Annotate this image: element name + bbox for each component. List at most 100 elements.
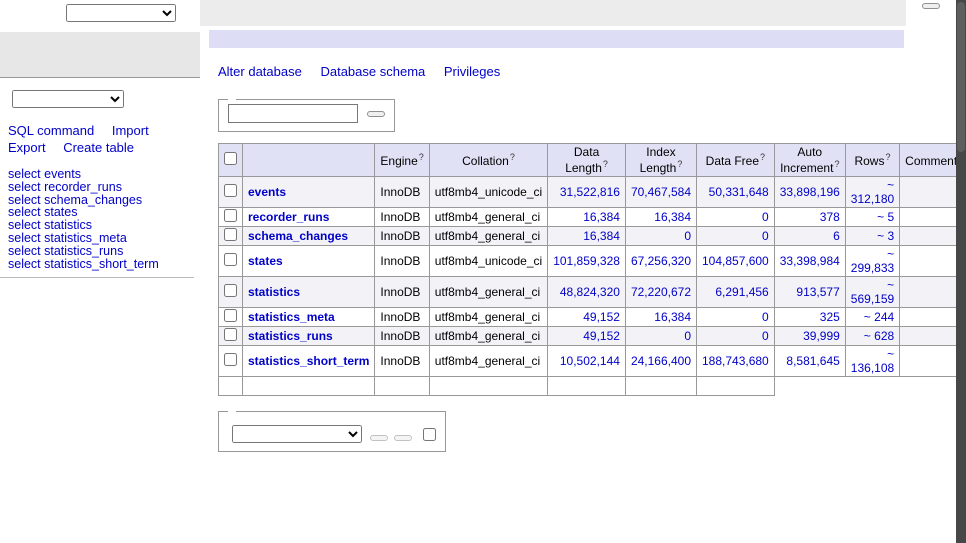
search-input[interactable]: [228, 104, 358, 123]
action-link[interactable]: Database schema: [320, 64, 425, 79]
data-length-link[interactable]: 49,152: [583, 310, 620, 324]
row-checkbox[interactable]: [224, 353, 237, 366]
sidebar-table-link[interactable]: select events: [8, 168, 200, 181]
sidebar-table-link[interactable]: select statistics_meta: [8, 232, 200, 245]
auto-increment-link[interactable]: 913,577: [796, 285, 839, 299]
table-row: statistics_runs InnoDB utf8mb4_general_c…: [219, 327, 966, 346]
rows-link[interactable]: ~ 569,159: [851, 278, 894, 306]
row-checkbox[interactable]: [224, 184, 237, 197]
move-db-select[interactable]: [232, 425, 362, 443]
action-link[interactable]: Privileges: [444, 64, 500, 79]
row-checkbox[interactable]: [224, 253, 237, 266]
row-checkbox[interactable]: [224, 309, 237, 322]
data-length-link[interactable]: 31,522,816: [560, 185, 620, 199]
table-name-link[interactable]: states: [248, 254, 283, 268]
data-free-link[interactable]: 0: [762, 329, 769, 343]
data-length-link[interactable]: 49,152: [583, 329, 620, 343]
engine-cell: InnoDB: [375, 346, 429, 377]
sidebar-link[interactable]: SQL command: [8, 123, 94, 138]
auto-increment-link[interactable]: 33,898,196: [780, 185, 840, 199]
rows-link[interactable]: ~ 299,833: [851, 247, 894, 275]
data-length-link[interactable]: 101,859,328: [553, 254, 620, 268]
data-free-link[interactable]: 0: [762, 210, 769, 224]
data-free-link[interactable]: 188,743,680: [702, 354, 769, 368]
data-free-link[interactable]: 0: [762, 229, 769, 243]
data-length-link[interactable]: 48,824,320: [560, 285, 620, 299]
logout-button[interactable]: [922, 3, 940, 9]
data-free-link[interactable]: 104,857,600: [702, 254, 769, 268]
language-select[interactable]: [66, 4, 176, 22]
rows-link[interactable]: ~ 3: [877, 229, 894, 243]
index-length-link[interactable]: 0: [684, 329, 691, 343]
rows-link[interactable]: ~ 136,108: [851, 347, 894, 375]
table-name-link[interactable]: statistics: [248, 285, 300, 299]
index-length-link[interactable]: 24,166,400: [631, 354, 691, 368]
table-name-link[interactable]: statistics_short_term: [248, 354, 369, 368]
select-all-cell: [219, 144, 243, 177]
data-free-link[interactable]: 0: [762, 310, 769, 324]
column-header: Collation?: [429, 144, 547, 177]
index-length-link[interactable]: 16,384: [654, 310, 691, 324]
row-checkbox[interactable]: [224, 328, 237, 341]
auto-increment-link[interactable]: 378: [820, 210, 840, 224]
table-name-link[interactable]: recorder_runs: [248, 210, 329, 224]
engine-cell: InnoDB: [375, 308, 429, 327]
row-checkbox[interactable]: [224, 228, 237, 241]
column-header: Index Length?: [625, 144, 696, 177]
index-length-link[interactable]: 70,467,584: [631, 185, 691, 199]
select-all-checkbox[interactable]: [224, 152, 237, 165]
rows-link[interactable]: ~ 312,180: [851, 178, 894, 206]
auto-increment-link[interactable]: 33,398,984: [780, 254, 840, 268]
index-length-link[interactable]: 72,220,672: [631, 285, 691, 299]
help-link[interactable]: ?: [677, 159, 682, 169]
sidebar-table-link[interactable]: select recorder_runs: [8, 181, 200, 194]
rows-link[interactable]: ~ 5: [877, 210, 894, 224]
row-checkbox[interactable]: [224, 209, 237, 222]
column-header-table: [243, 144, 375, 177]
data-free-link[interactable]: 6,291,456: [715, 285, 768, 299]
table-name-link[interactable]: schema_changes: [248, 229, 348, 243]
table-name-link[interactable]: events: [248, 185, 286, 199]
auto-increment-link[interactable]: 39,999: [803, 329, 840, 343]
auto-increment-link[interactable]: 325: [820, 310, 840, 324]
move-button[interactable]: [370, 435, 388, 441]
db-select[interactable]: [12, 90, 124, 108]
breadcrumb: [200, 0, 906, 26]
help-link[interactable]: ?: [419, 152, 424, 162]
overwrite-label[interactable]: [423, 426, 436, 441]
help-link[interactable]: ?: [510, 152, 515, 162]
index-length-link[interactable]: 0: [684, 229, 691, 243]
copy-button[interactable]: [394, 435, 412, 441]
index-length-link[interactable]: 16,384: [654, 210, 691, 224]
sidebar-link[interactable]: Import: [112, 123, 149, 138]
selected-fieldset: [218, 411, 446, 452]
overwrite-checkbox[interactable]: [423, 428, 436, 441]
sidebar-link[interactable]: Create table: [63, 140, 134, 155]
header-row: Engine? Collation? Data Length? Index Le…: [219, 144, 966, 177]
auto-increment-link[interactable]: 6: [833, 229, 840, 243]
scrollbar-thumb[interactable]: [957, 2, 965, 152]
data-length-link[interactable]: 10,502,144: [560, 354, 620, 368]
sidebar-table-link[interactable]: select statistics_short_term: [8, 258, 200, 271]
table-name-link[interactable]: statistics_meta: [248, 310, 335, 324]
row-checkbox[interactable]: [224, 284, 237, 297]
help-link[interactable]: ?: [834, 159, 839, 169]
search-button[interactable]: [367, 111, 385, 117]
sidebar-table-link[interactable]: select statistics_runs: [8, 245, 200, 258]
rows-link[interactable]: ~ 628: [864, 329, 894, 343]
rows-link[interactable]: ~ 244: [864, 310, 894, 324]
data-length-link[interactable]: 16,384: [583, 210, 620, 224]
tables-overview-table: Engine? Collation? Data Length? Index Le…: [218, 143, 966, 396]
help-link[interactable]: ?: [760, 152, 765, 162]
auto-increment-link[interactable]: 8,581,645: [786, 354, 839, 368]
help-link[interactable]: ?: [885, 152, 890, 162]
data-length-link[interactable]: 16,384: [583, 229, 620, 243]
index-length-link[interactable]: 67,256,320: [631, 254, 691, 268]
help-link[interactable]: ?: [603, 159, 608, 169]
table-name-link[interactable]: statistics_runs: [248, 329, 333, 343]
database-actions: Alter database Database schema Privilege…: [218, 64, 956, 79]
action-link[interactable]: Alter database: [218, 64, 302, 79]
data-free-link[interactable]: 50,331,648: [709, 185, 769, 199]
sidebar-link[interactable]: Export: [8, 140, 46, 155]
scrollbar[interactable]: [956, 0, 966, 543]
